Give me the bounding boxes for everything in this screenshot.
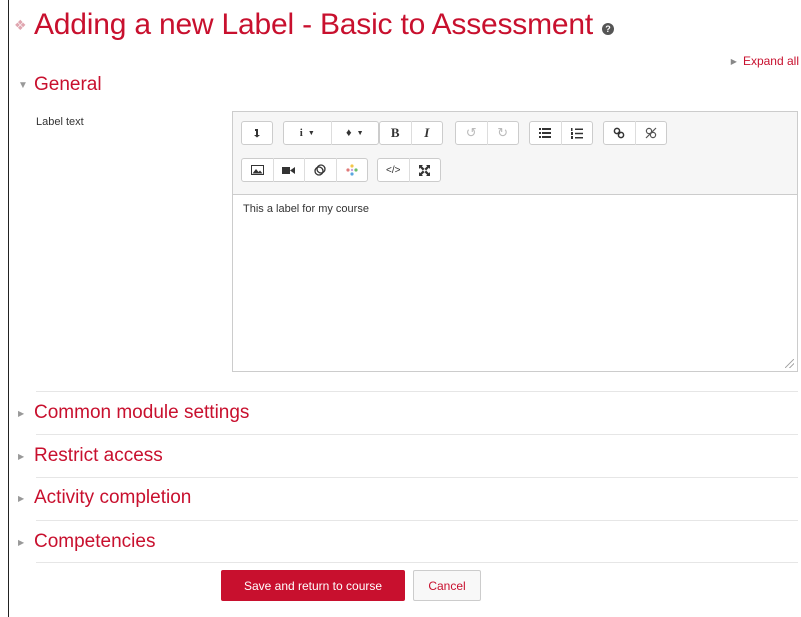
cancel-button[interactable]: Cancel bbox=[413, 570, 481, 601]
expand-arrow-icon: ▶ bbox=[18, 408, 25, 418]
section-general-label: General bbox=[34, 74, 102, 95]
bold-icon[interactable]: B bbox=[380, 122, 411, 144]
help-icon[interactable]: ? bbox=[601, 23, 614, 35]
html-icon[interactable]: </> bbox=[378, 159, 409, 181]
toolbar-group-toggle bbox=[241, 121, 273, 145]
expand-arrow-icon: ▶ bbox=[18, 493, 25, 503]
toolbar-group-format: B I bbox=[379, 121, 443, 145]
color-dropdown-icon[interactable]: ♦ ▼ bbox=[331, 122, 378, 144]
undo-icon[interactable]: ↺ bbox=[456, 122, 487, 144]
save-and-return-button[interactable]: Save and return to course bbox=[221, 570, 405, 601]
expand-triangle-icon: ▶ bbox=[730, 56, 737, 66]
form-buttons: Save and return to course Cancel bbox=[221, 570, 481, 601]
redo-icon[interactable]: ↻ bbox=[488, 122, 519, 144]
toolbar-group-history: ↺ ↻ bbox=[455, 121, 519, 145]
toolbar-group-media bbox=[241, 158, 368, 182]
section-competencies-label: Competencies bbox=[34, 531, 156, 552]
toolbar-group-style: i ▼ ♦ ▼ bbox=[283, 121, 379, 145]
info-dropdown-icon[interactable]: i ▼ bbox=[284, 122, 331, 144]
editor-toolbar: i ▼ ♦ ▼ B I ↺ ↻ </> bbox=[233, 112, 797, 194]
section-common-module-settings-label: Common module settings bbox=[34, 402, 250, 423]
expand-all-label: Expand all bbox=[742, 54, 799, 68]
section-competencies[interactable]: ▶ Competencies bbox=[18, 531, 155, 553]
italic-icon[interactable]: I bbox=[412, 122, 443, 144]
section-activity-completion[interactable]: ▶ Activity completion bbox=[18, 487, 191, 509]
section-divider bbox=[36, 477, 798, 478]
resize-handle-icon[interactable] bbox=[785, 359, 794, 368]
section-divider bbox=[36, 562, 798, 563]
link-icon[interactable] bbox=[604, 122, 635, 144]
label-text-label: Label text bbox=[36, 116, 84, 128]
unlink-icon[interactable] bbox=[636, 122, 667, 144]
label-text-editor[interactable]: This a label for my course bbox=[233, 194, 797, 371]
toolbar-group-lists bbox=[529, 121, 593, 145]
section-general[interactable]: ▼ General bbox=[18, 74, 102, 96]
manage-files-icon[interactable] bbox=[305, 159, 336, 181]
page-title: Adding a new Label - Basic to Assessment bbox=[34, 8, 593, 41]
media-icon[interactable] bbox=[274, 159, 305, 181]
atto-editor: i ▼ ♦ ▼ B I ↺ ↻ </> This a label for my … bbox=[232, 111, 798, 372]
unordered-list-icon[interactable] bbox=[530, 122, 561, 144]
label-text-content: This a label for my course bbox=[243, 203, 369, 215]
section-common-module-settings[interactable]: ▶ Common module settings bbox=[18, 402, 249, 424]
toolbar-group-links bbox=[603, 121, 667, 145]
ordered-list-icon[interactable] bbox=[562, 122, 593, 144]
section-divider bbox=[36, 391, 798, 392]
expand-all-link[interactable]: ▶ Expand all bbox=[731, 54, 799, 68]
section-divider bbox=[36, 434, 798, 435]
title-row: ❖ Adding a new Label - Basic to Assessme… bbox=[14, 8, 614, 42]
record-audio-icon[interactable] bbox=[337, 159, 368, 181]
fullscreen-icon[interactable] bbox=[410, 159, 441, 181]
section-divider bbox=[36, 520, 798, 521]
collapse-arrow-icon: ▼ bbox=[18, 79, 28, 91]
toolbar-group-view: </> bbox=[377, 158, 441, 182]
expand-arrow-icon: ▶ bbox=[18, 537, 25, 547]
section-restrict-access[interactable]: ▶ Restrict access bbox=[18, 445, 163, 467]
label-icon: ❖ bbox=[14, 17, 27, 33]
expand-arrow-icon: ▶ bbox=[18, 451, 25, 461]
toolbar-toggle-icon[interactable] bbox=[242, 122, 272, 144]
section-restrict-access-label: Restrict access bbox=[34, 445, 163, 466]
image-icon[interactable] bbox=[242, 159, 273, 181]
section-activity-completion-label: Activity completion bbox=[34, 487, 192, 508]
